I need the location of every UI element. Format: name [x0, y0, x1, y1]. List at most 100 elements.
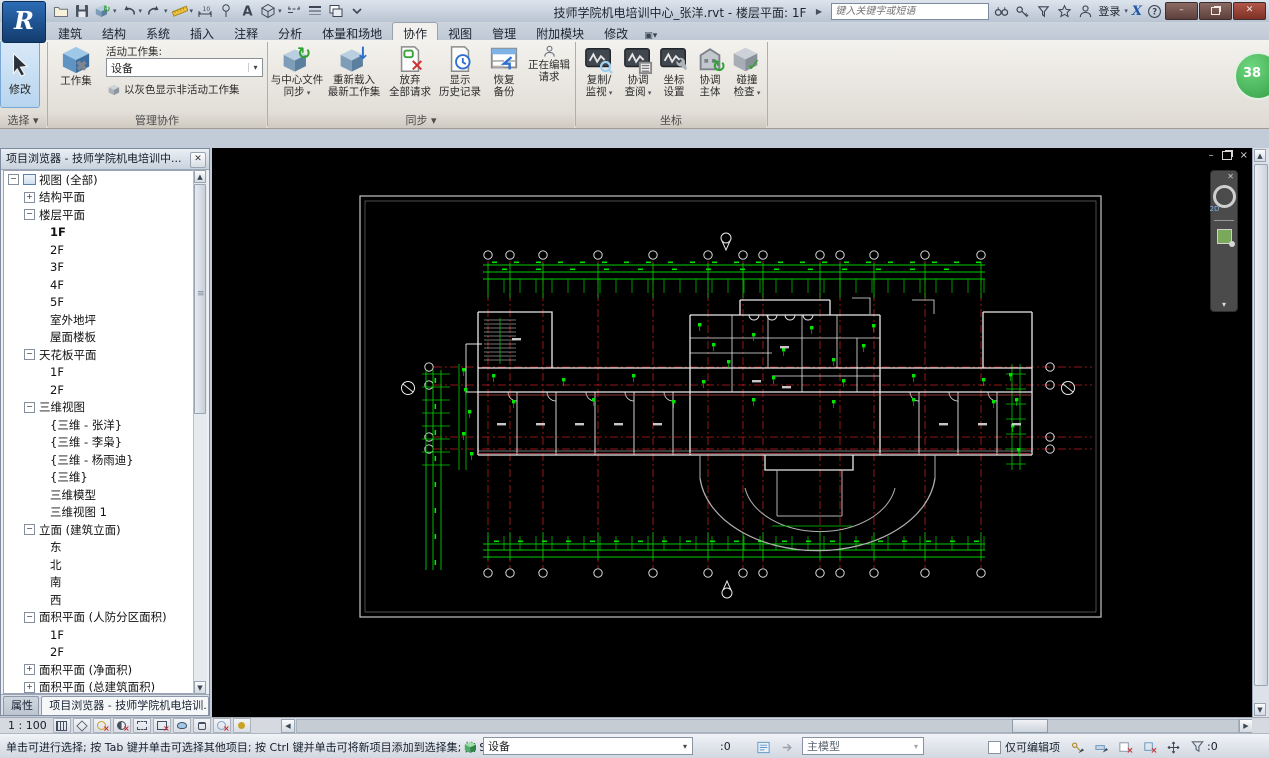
application-menu-button[interactable]: R: [2, 1, 46, 43]
help-icon[interactable]: ?: [1146, 3, 1163, 20]
tree-item-楼层平面[interactable]: − 楼层平面: [4, 206, 196, 224]
view-restore-icon[interactable]: [1221, 151, 1232, 160]
tree-item-{三维 - 杨雨迪}[interactable]: {三维 - 杨雨迪}: [4, 451, 196, 469]
coordination-review-button[interactable]: 协调 查阅: [620, 42, 656, 99]
rendering-icon[interactable]: [172, 718, 191, 733]
tree-item-1F[interactable]: 1F: [4, 364, 196, 382]
search-arrow-icon[interactable]: ▶: [810, 3, 827, 20]
temporary-hide-isolate-icon[interactable]: ×: [212, 718, 231, 733]
scrollbar-thumb[interactable]: [1012, 719, 1048, 733]
tree-item-三维视图[interactable]: − 三维视图: [4, 399, 196, 417]
open-file-icon[interactable]: [52, 2, 70, 20]
redo-icon[interactable]: [145, 2, 163, 20]
project-browser-scrollbar[interactable]: ▲ ▼: [193, 170, 207, 694]
coordination-settings-button[interactable]: 坐标 设置: [656, 42, 692, 98]
expand-icon[interactable]: +: [24, 664, 35, 676]
tree-item-{三维}[interactable]: {三维}: [4, 469, 196, 487]
design-option-combobox[interactable]: 主模型 ▾: [802, 737, 924, 755]
text-icon[interactable]: A: [238, 2, 256, 20]
interference-check-button[interactable]: ✓ 碰撞 检查: [728, 42, 766, 99]
binoculars-icon[interactable]: [993, 3, 1010, 20]
make-editable-icon[interactable]: [1066, 737, 1088, 757]
release-worksets-icon[interactable]: ×: [1114, 737, 1136, 757]
add-to-design-option-icon[interactable]: [776, 737, 798, 757]
save-icon[interactable]: [73, 2, 91, 20]
tree-item-面积平面 (净面积)[interactable]: + 面积平面 (净面积): [4, 661, 196, 679]
editable-only-checkbox[interactable]: 仅可编辑项: [988, 739, 1060, 755]
scroll-down-icon[interactable]: ▼: [194, 681, 206, 694]
scroll-up-icon[interactable]: ▲: [194, 170, 206, 183]
select-panel-label[interactable]: 选择 ▾: [0, 113, 46, 128]
collapse-icon[interactable]: −: [24, 401, 35, 413]
vertical-scrollbar[interactable]: ▲ ▼: [1252, 148, 1269, 717]
minimize-button[interactable]: –: [1165, 2, 1198, 20]
tree-item-西[interactable]: 西: [4, 591, 196, 609]
user-icon[interactable]: [1077, 3, 1094, 20]
collapse-icon[interactable]: −: [24, 611, 35, 623]
tree-item-屋面楼板[interactable]: 屋面楼板: [4, 329, 196, 347]
view-minimize-icon[interactable]: –: [1209, 150, 1214, 161]
tree-item-{三维 - 张洋}[interactable]: {三维 - 张洋}: [4, 416, 196, 434]
exclude-options-icon[interactable]: ×: [1138, 737, 1160, 757]
tree-item-视图 (全部)[interactable]: − 视图 (全部): [4, 171, 196, 189]
tab-properties[interactable]: 属性: [3, 696, 40, 715]
gray-inactive-worksets-button[interactable]: 以灰色显示非活动工作集: [106, 82, 240, 97]
tree-item-1F[interactable]: 1F: [4, 626, 196, 644]
crop-view-icon[interactable]: [132, 718, 151, 733]
collapse-icon[interactable]: −: [24, 349, 35, 361]
active-workset-combobox[interactable]: 设备 ▾: [106, 58, 263, 77]
view-scale-button[interactable]: 1 : 100: [4, 719, 51, 732]
tag-icon[interactable]: [217, 2, 235, 20]
view-close-icon[interactable]: ×: [1240, 150, 1248, 161]
expand-icon[interactable]: +: [24, 191, 35, 203]
drag-elements-icon[interactable]: [1162, 737, 1184, 757]
tree-item-立面 (建筑立面)[interactable]: − 立面 (建筑立面): [4, 521, 196, 539]
copy-monitor-button[interactable]: 复制/ 监视: [578, 42, 620, 99]
search-input[interactable]: [831, 2, 990, 20]
editing-requests-icon[interactable]: [700, 738, 718, 755]
login-button[interactable]: 登录: [1098, 3, 1120, 19]
tree-item-东[interactable]: 东: [4, 539, 196, 557]
workset-combobox[interactable]: 设备 ▾: [483, 737, 693, 755]
sun-path-icon[interactable]: ×: [92, 718, 111, 733]
tree-item-2F[interactable]: 2F: [4, 381, 196, 399]
tab-project-browser[interactable]: 项目浏览器 - 技师学院机电培训...: [41, 696, 209, 715]
scrollbar-thumb[interactable]: [194, 184, 206, 414]
switch-windows-icon[interactable]: [327, 2, 345, 20]
tree-item-北[interactable]: 北: [4, 556, 196, 574]
filter-icon[interactable]: [1188, 738, 1206, 755]
tree-item-{三维 - 李枭}[interactable]: {三维 - 李枭}: [4, 434, 196, 452]
reveal-hidden-icon[interactable]: [232, 718, 251, 733]
restore-backup-button[interactable]: 恢复 备份: [484, 42, 524, 98]
scroll-left-icon[interactable]: ◀: [281, 719, 295, 733]
tree-item-2F[interactable]: 2F: [4, 241, 196, 259]
collapse-icon[interactable]: −: [8, 174, 19, 186]
detail-level-icon[interactable]: [52, 718, 71, 733]
tree-item-3F[interactable]: 3F: [4, 259, 196, 277]
zoom-icon[interactable]: [1216, 229, 1235, 247]
shadows-icon[interactable]: ×: [112, 718, 131, 733]
reload-latest-button[interactable]: ↓ 重新载入 最新工作集: [324, 42, 384, 98]
favorites-star-icon[interactable]: [1056, 3, 1073, 20]
login-dropdown-icon[interactable]: ▾: [1124, 7, 1128, 15]
project-browser-title[interactable]: 项目浏览器 - 技师学院机电培训中...: [1, 149, 209, 170]
floor-plan-canvas[interactable]: [212, 148, 1252, 718]
tree-item-2F[interactable]: 2F: [4, 644, 196, 662]
select-link-icon[interactable]: [1090, 737, 1112, 757]
section-icon[interactable]: [285, 2, 303, 20]
tree-item-面积平面 (人防分区面积)[interactable]: − 面积平面 (人防分区面积): [4, 609, 196, 627]
scroll-down-icon[interactable]: ▼: [1254, 703, 1266, 716]
sync-with-central-button[interactable]: ↻ 与中心文件 同步: [270, 42, 324, 99]
show-crop-icon[interactable]: ×: [152, 718, 171, 733]
drawing-area[interactable]: – × ✕ ▾: [212, 148, 1252, 718]
scroll-up-icon[interactable]: ▲: [1254, 149, 1266, 162]
scrollbar-thumb[interactable]: [1254, 164, 1268, 686]
steering-wheel-icon[interactable]: [1210, 185, 1236, 213]
tree-item-三维模型[interactable]: 三维模型: [4, 486, 196, 504]
navbar-close-icon[interactable]: ✕: [1227, 172, 1234, 181]
exchange-apps-icon[interactable]: X: [1132, 4, 1142, 19]
thin-lines-icon[interactable]: [306, 2, 324, 20]
design-options-icon[interactable]: [752, 737, 774, 757]
key-icon[interactable]: [1014, 3, 1031, 20]
expand-icon[interactable]: +: [24, 681, 35, 693]
